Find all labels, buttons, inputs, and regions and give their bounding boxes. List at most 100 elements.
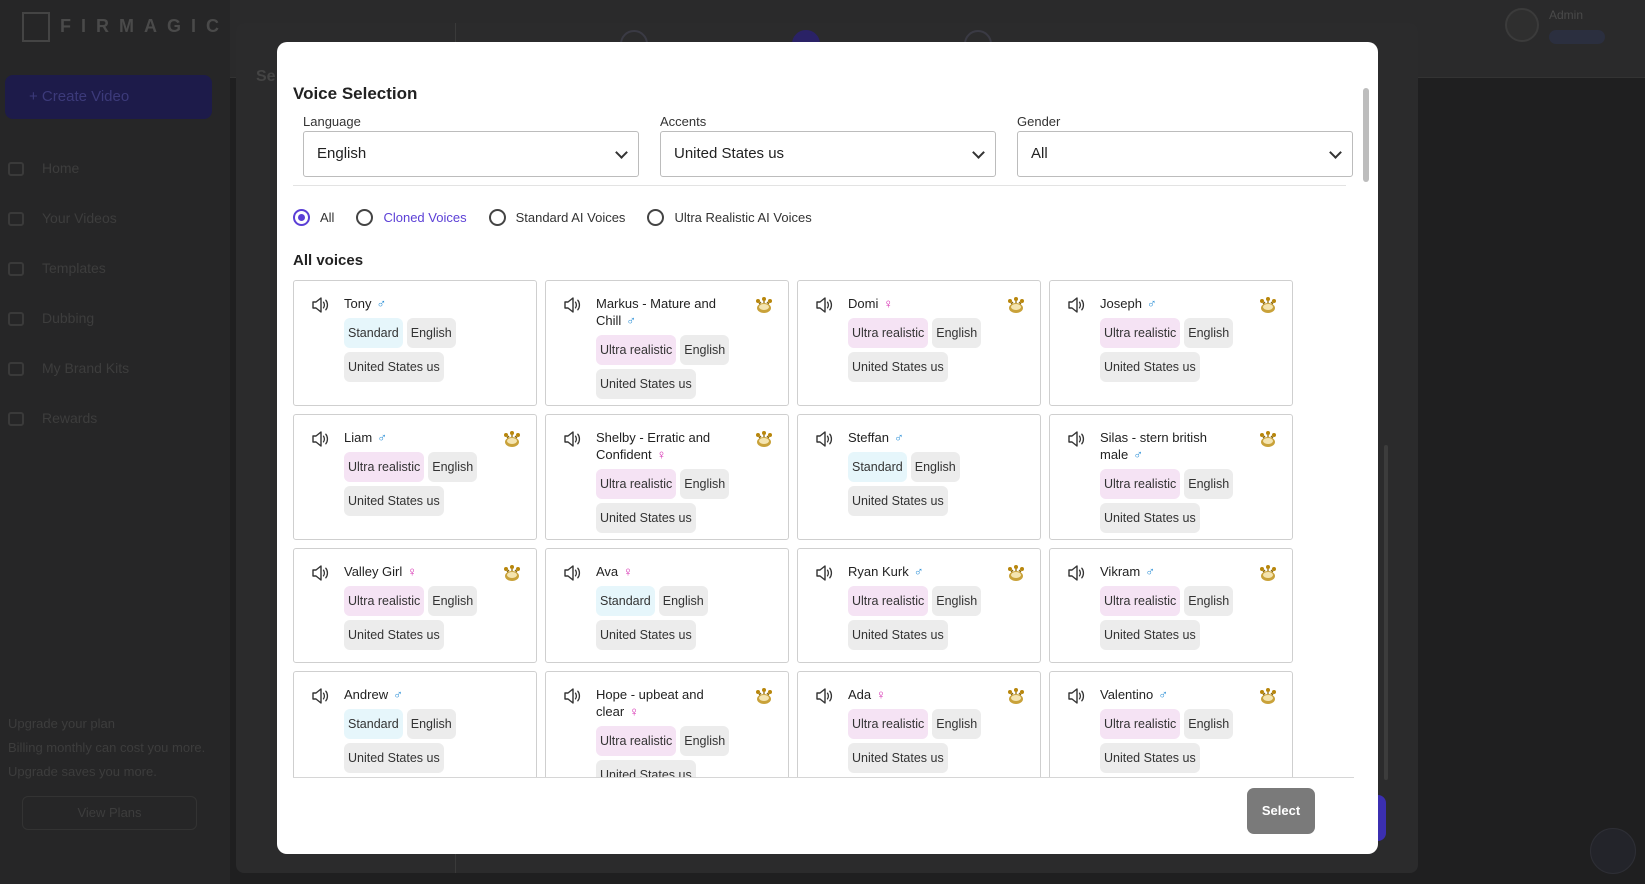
voice-name-row: Shelby - Erratic and Confident ♀ <box>596 429 776 463</box>
speaker-icon[interactable] <box>311 431 329 447</box>
voice-tag: Ultra realistic <box>1100 469 1181 499</box>
radio-cloned-voices[interactable]: Cloned Voices <box>356 209 467 226</box>
voice-card[interactable]: Liam ♂ Ultra realistic English United States… <box>293 414 537 540</box>
speaker-icon[interactable] <box>815 688 833 704</box>
voice-card[interactable]: Domi ♀ Ultra realistic English United States… <box>797 280 1041 406</box>
voice-tags: Ultra realistic English United States us <box>1100 469 1280 537</box>
premium-crown-icon <box>756 431 772 447</box>
voice-tag: English <box>932 709 982 739</box>
logo-icon <box>22 12 50 42</box>
voice-card[interactable]: Steffan ♂ Standard English United States us <box>797 414 1041 540</box>
dubbing-icon <box>8 312 24 327</box>
speaker-icon[interactable] <box>815 431 833 447</box>
voice-name-row: Joseph ♂ <box>1100 295 1280 312</box>
sidebar-item-brand-kits[interactable]: My Brand Kits <box>8 360 129 377</box>
radio-circle[interactable] <box>293 209 310 226</box>
radio-circle[interactable] <box>488 209 506 226</box>
female-gender-icon: ♀ <box>656 447 667 462</box>
speaker-icon[interactable] <box>815 565 833 581</box>
premium-crown-icon <box>504 431 520 447</box>
sidebar-item-dubbing[interactable]: Dubbing <box>8 310 94 327</box>
language-select[interactable]: English <box>303 131 639 177</box>
premium-crown-icon <box>1260 431 1276 447</box>
accents-select[interactable]: United States us <box>660 131 996 177</box>
speaker-icon[interactable] <box>1067 688 1085 704</box>
voice-name-row: Tony ♂ <box>344 295 524 312</box>
voice-tags: Ultra realistic English United States us <box>848 318 1028 386</box>
voice-tag: United States us <box>1100 352 1200 382</box>
voice-card[interactable]: Valentino ♂ Ultra realistic English United S… <box>1049 671 1293 777</box>
chevron-down-icon <box>972 146 985 159</box>
voice-name: Valentino <box>1100 687 1154 702</box>
accents-label: Accents <box>660 114 707 129</box>
speaker-icon[interactable] <box>563 431 581 447</box>
voice-name: Hope - upbeat and clear <box>596 687 704 719</box>
voice-tag: Ultra realistic <box>344 586 425 616</box>
voice-tag: Standard <box>344 318 403 348</box>
radio-label: All <box>320 210 335 225</box>
voice-name-row: Liam ♂ <box>344 429 524 446</box>
speaker-icon[interactable] <box>1067 297 1085 313</box>
create-video-button[interactable]: + Create Video <box>5 75 212 119</box>
voice-card[interactable]: Vikram ♂ Ultra realistic English United Stat… <box>1049 548 1293 663</box>
voice-card[interactable]: Ryan Kurk ♂ Ultra realistic English United S… <box>797 548 1041 663</box>
voice-tags: Ultra realistic English United States us <box>848 709 1028 777</box>
radio-label: Cloned Voices <box>383 210 467 225</box>
speaker-icon[interactable] <box>1067 565 1085 581</box>
speaker-icon[interactable] <box>1067 431 1085 447</box>
sidebar-item-home[interactable]: Home <box>8 160 79 177</box>
voice-card[interactable]: Valley Girl ♀ Ultra realistic English United… <box>293 548 537 663</box>
voice-list[interactable]: Tony ♂ Standard English United States us Mark… <box>293 280 1354 778</box>
voice-tag: United States us <box>596 503 696 533</box>
voice-tag: English <box>1184 709 1234 739</box>
sidebar-item-templates[interactable]: Templates <box>8 260 106 277</box>
speaker-icon[interactable] <box>815 297 833 313</box>
accents-value: United States us <box>674 145 785 162</box>
voice-name: Ava <box>596 564 619 579</box>
voice-card[interactable]: Ada ♀ Ultra realistic English United States … <box>797 671 1041 777</box>
speaker-icon[interactable] <box>563 688 581 704</box>
voice-card[interactable]: Andrew ♂ Standard English United States us <box>293 671 537 777</box>
voice-tags: Standard English United States us <box>344 709 524 777</box>
speaker-icon[interactable] <box>311 297 329 313</box>
radio-circle[interactable] <box>647 209 665 226</box>
speaker-icon[interactable] <box>563 297 581 313</box>
background-scrollbar[interactable] <box>1384 445 1388 780</box>
voice-grid: Tony ♂ Standard English United States us Mark… <box>293 280 1293 777</box>
premium-crown-icon <box>756 688 772 704</box>
sidebar-item-your-videos[interactable]: Your Videos <box>8 210 117 227</box>
voice-name-row: Vikram ♂ <box>1100 563 1280 580</box>
voice-card[interactable]: Joseph ♂ Ultra realistic English United Stat… <box>1049 280 1293 406</box>
view-plans-button[interactable]: View Plans <box>22 796 197 830</box>
voice-tags: Standard English United States us <box>344 318 524 386</box>
premium-crown-icon <box>756 297 772 313</box>
speaker-icon[interactable] <box>311 688 329 704</box>
voice-name: Joseph <box>1100 296 1142 311</box>
voice-tag: Ultra realistic <box>1100 709 1181 739</box>
chat-icon[interactable] <box>1590 828 1636 874</box>
voice-type-radio-group: All Cloned Voices Standard AI Voices Ult… <box>293 209 834 226</box>
speaker-icon[interactable] <box>311 565 329 581</box>
sidebar-item-label: Rewards <box>42 410 98 426</box>
voice-name: Tony <box>344 296 372 311</box>
radio-circle[interactable] <box>356 209 374 226</box>
speaker-icon[interactable] <box>563 565 581 581</box>
voice-card[interactable]: Silas - stern british male ♂ Ultra realist… <box>1049 414 1293 540</box>
radio-standard-ai-voices[interactable]: Standard AI Voices <box>488 209 625 226</box>
voice-card[interactable]: Hope - upbeat and clear ♀ Ultra realistic E… <box>545 671 789 777</box>
voice-card[interactable]: Markus - Mature and Chill ♂ Ultra realisti… <box>545 280 789 406</box>
voice-tag: English <box>658 586 708 616</box>
select-button[interactable]: Select <box>1247 788 1315 834</box>
voice-tag: English <box>1184 586 1234 616</box>
sidebar-item-rewards[interactable]: Rewards <box>8 410 98 427</box>
voice-name-row: Domi ♀ <box>848 295 1028 312</box>
voice-card[interactable]: Ava ♀ Standard English United States us <box>545 548 789 663</box>
female-gender-icon: ♀ <box>629 704 639 719</box>
radio-all[interactable]: All <box>293 209 334 226</box>
voice-card[interactable]: Tony ♂ Standard English United States us <box>293 280 537 406</box>
radio-ultra-realistic-ai-voices[interactable]: Ultra Realistic AI Voices <box>647 209 812 226</box>
upgrade-title: Upgrade your plan <box>8 716 115 731</box>
modal-scrollbar[interactable] <box>1363 88 1369 182</box>
voice-card[interactable]: Shelby - Erratic and Confident ♀ Ultra rea… <box>545 414 789 540</box>
gender-select[interactable]: All <box>1017 131 1353 177</box>
